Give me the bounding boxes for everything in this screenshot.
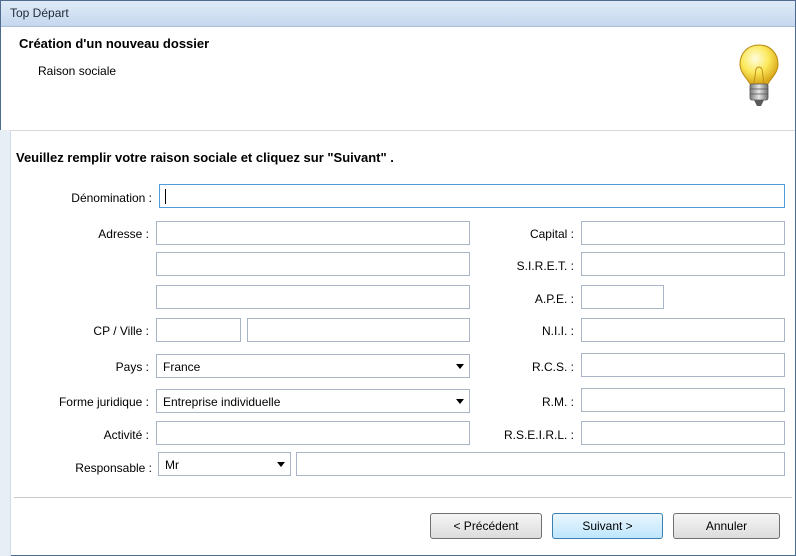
rseirl-input[interactable] (581, 421, 785, 445)
pays-label: Pays : (115, 360, 149, 374)
siret-input[interactable] (581, 252, 785, 276)
rm-label: R.M. : (542, 395, 574, 409)
capital-label: Capital : (529, 227, 574, 241)
instruction-text: Veuillez remplir votre raison sociale et… (16, 150, 394, 165)
previous-button[interactable]: < Précédent (430, 513, 542, 539)
window-title: Top Départ (10, 6, 69, 20)
forme-juridique-dropdown[interactable]: Entreprise individuelle (156, 389, 470, 413)
next-button[interactable]: Suivant > (552, 513, 663, 539)
responsable-name-input[interactable] (296, 452, 785, 476)
ville-input[interactable] (247, 318, 470, 342)
pays-selected-value: France (163, 360, 201, 374)
nii-input[interactable] (581, 318, 785, 342)
civilite-dropdown[interactable]: Mr (158, 452, 291, 476)
forme-juridique-selected-value: Entreprise individuelle (163, 395, 281, 409)
ape-input[interactable] (581, 285, 664, 309)
pays-dropdown[interactable]: France (156, 354, 470, 378)
nii-label: N.I.I. : (541, 324, 574, 338)
code-postal-input[interactable] (156, 318, 241, 342)
adresse-line-3-input[interactable] (156, 285, 470, 309)
wizard-step-title: Création d'un nouveau dossier (19, 36, 210, 51)
adresse-label: Adresse : (98, 227, 149, 241)
chevron-down-icon (456, 364, 464, 369)
rcs-input[interactable] (581, 353, 785, 377)
ape-label: A.P.E. : (534, 292, 574, 306)
activite-label: Activité : (103, 428, 149, 442)
rm-input[interactable] (581, 388, 785, 412)
adresse-line-1-input[interactable] (156, 221, 470, 245)
left-border-strip (0, 130, 11, 556)
cancel-button[interactable]: Annuler (673, 513, 780, 539)
rcs-label: R.C.S. : (531, 360, 574, 374)
footer-separator (14, 497, 792, 498)
activite-input[interactable] (156, 421, 470, 445)
rseirl-label: R.S.E.I.R.L. : (503, 428, 574, 442)
wizard-step-subtitle: Raison sociale (38, 64, 117, 78)
adresse-line-2-input[interactable] (156, 252, 470, 276)
siret-label: S.I.R.E.T. : (516, 259, 574, 273)
text-caret (165, 189, 166, 204)
denomination-input[interactable] (159, 184, 785, 208)
title-bar: Top Départ (1, 1, 795, 27)
denomination-label: Dénomination : (71, 191, 152, 205)
cp-ville-label: CP / Ville : (93, 324, 149, 338)
chevron-down-icon (456, 399, 464, 404)
chevron-down-icon (277, 462, 285, 467)
lightbulb-icon (739, 44, 779, 106)
capital-input[interactable] (581, 221, 785, 245)
responsable-label: Responsable : (75, 461, 152, 475)
civilite-selected-value: Mr (165, 458, 179, 472)
forme-juridique-label: Forme juridique : (58, 395, 149, 409)
